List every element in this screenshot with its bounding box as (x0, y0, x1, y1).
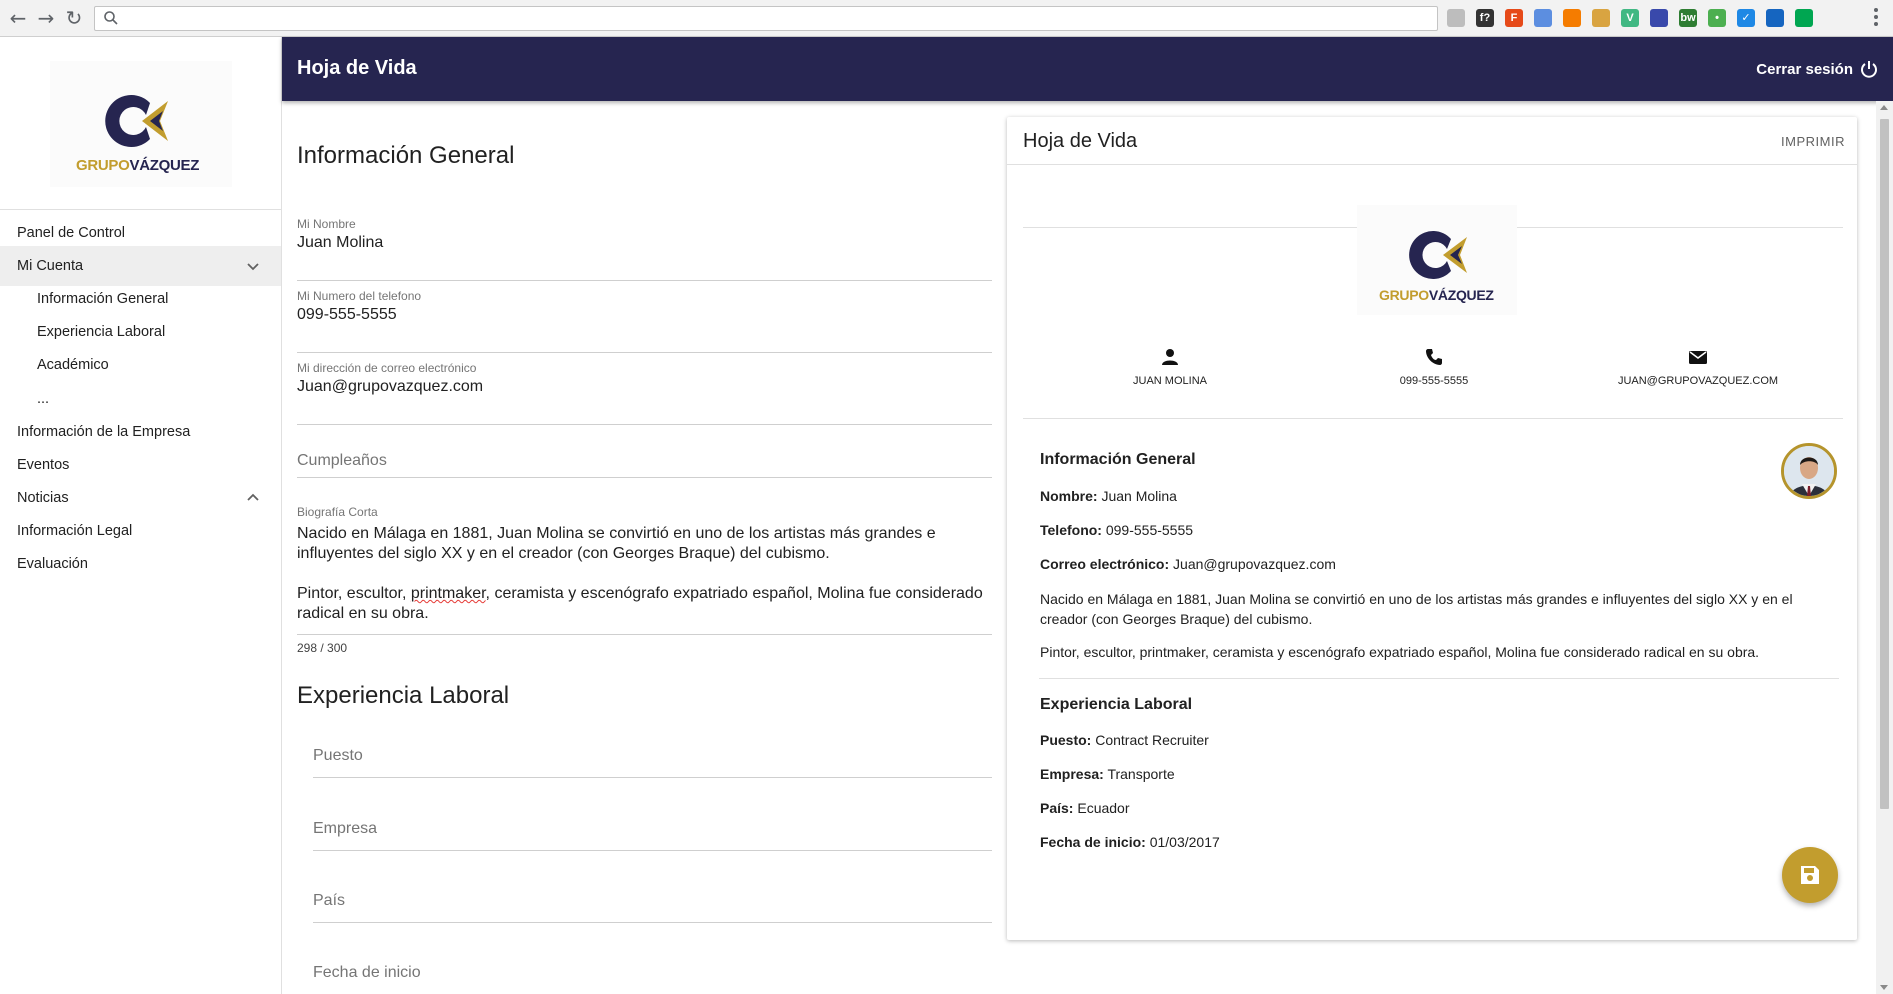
position-field[interactable]: Puesto (313, 738, 992, 778)
contact-name: JUAN MOLINA (1070, 347, 1270, 389)
arrow-back-icon[interactable]: ← (8, 8, 28, 28)
cv-section-divider (1039, 678, 1839, 679)
start-date-placeholder: Fecha de inicio (313, 964, 421, 981)
email-field-label: Mi dirección de correo electrónico (297, 361, 477, 375)
cv-general-heading: Información General (1040, 451, 1196, 468)
logo-line-left (1023, 227, 1359, 228)
bio-textarea[interactable]: Nacido en Málaga en 1881, Juan Molina se… (297, 524, 992, 644)
sidebar: GRUPOVÁZQUEZ Panel de Control Mi Cuenta … (0, 37, 282, 994)
bio-underline (297, 634, 992, 635)
cv-company-row: Empresa: Transporte (1040, 766, 1175, 782)
sidebar-item-evaluacion[interactable]: Evaluación (0, 544, 281, 584)
git-icon[interactable] (1592, 9, 1610, 27)
birthday-placeholder: Cumpleaños (297, 452, 387, 469)
bio-label: Biografía Corta (297, 505, 378, 519)
email-icon (1689, 351, 1707, 364)
char-counter: 298 / 300 (297, 641, 348, 655)
spelling-error[interactable]: printmaker (411, 585, 486, 602)
bio-paragraph-2: Pintor, escultor, printmaker, ceramista … (297, 585, 983, 622)
phone-field-label: Mi Numero del telefono (297, 289, 422, 303)
flow-icon[interactable]: F (1505, 9, 1523, 27)
pdf-icon[interactable] (1447, 9, 1465, 27)
scroll-up-arrow[interactable] (1880, 105, 1888, 110)
app-header: Hoja de Vida Cerrar sesión (282, 37, 1893, 101)
experience-title: Experiencia Laboral (297, 682, 510, 709)
sidebar-divider (0, 209, 281, 210)
card-header: Hoja de Vida IMPRIMIR (1007, 117, 1857, 165)
scroll-thumb[interactable] (1880, 119, 1889, 809)
bw-icon[interactable]: bw (1679, 9, 1697, 27)
green-icon[interactable] (1795, 9, 1813, 27)
check-icon[interactable]: ✓ (1737, 9, 1755, 27)
phone-field[interactable]: Mi Numero del telefono 099-555-5555 (297, 289, 992, 353)
cv-bio-paragraph-1: Nacido en Málaga en 1881, Juan Molina se… (1040, 591, 1793, 627)
bio-paragraph-1: Nacido en Málaga en 1881, Juan Molina se… (297, 525, 936, 562)
scroll-down-arrow[interactable] (1880, 985, 1888, 990)
name-field[interactable]: Mi Nombre Juan Molina (297, 217, 992, 281)
page-title: Hoja de Vida (297, 57, 417, 79)
print-button[interactable]: IMPRIMIR (1781, 134, 1845, 149)
save-icon (1801, 866, 1819, 884)
save-button[interactable] (1782, 847, 1838, 903)
f-icon[interactable]: f? (1476, 9, 1494, 27)
extension-icons: f? F Vbw • ✓ (1447, 9, 1813, 29)
address-bar[interactable] (94, 6, 1438, 31)
country-placeholder: País (313, 892, 346, 909)
card-title: Hoja de Vida (1023, 130, 1138, 152)
book-icon[interactable] (1650, 9, 1668, 27)
contact-phone: 099-555-5555 (1334, 347, 1534, 389)
phone-icon (1426, 349, 1442, 365)
browser-menu-icon[interactable] (1873, 8, 1879, 28)
dot-icon[interactable]: • (1708, 9, 1726, 27)
logo-text-navy: VÁZQUEZ (129, 157, 200, 174)
cv-logo-text-gold: GRUPO (1379, 287, 1429, 303)
start-date-field[interactable]: Fecha de inicio (313, 955, 992, 994)
cv-phone-row: Telefono: 099-555-5555 (1040, 522, 1194, 538)
name-field-value[interactable]: Juan Molina (297, 234, 383, 252)
name-field-label: Mi Nombre (297, 217, 356, 231)
cv-logo: GRUPOVÁZQUEZ (1357, 205, 1517, 315)
cv-name-row: Nombre: Juan Molina (1040, 488, 1177, 504)
general-info-title: Información General (297, 142, 515, 169)
cv-experience-heading: Experiencia Laboral (1040, 696, 1193, 713)
cv-position-row: Puesto: Contract Recruiter (1040, 732, 1209, 748)
chevron-up-icon (247, 493, 259, 501)
reload-icon[interactable]: ↻ (64, 8, 84, 28)
logout-button[interactable]: Cerrar sesión (1756, 61, 1853, 78)
cv-country-row: País: Ecuador (1040, 800, 1130, 816)
contact-email: JUAN@GRUPOVAZQUEZ.COM (1598, 347, 1798, 389)
birthday-field[interactable]: Cumpleaños (297, 416, 992, 478)
chevron-down-icon (247, 263, 259, 271)
cv-logo-text-navy: VÁZQUEZ (1428, 287, 1494, 303)
v-icon[interactable]: V (1621, 9, 1639, 27)
cv-preview-card: Hoja de Vida IMPRIMIR GRUPOVÁZQUEZ JUAN … (1007, 117, 1857, 940)
person-icon (1162, 349, 1178, 365)
contact-divider (1023, 418, 1843, 419)
avatar (1781, 443, 1837, 499)
phone-field-value[interactable]: 099-555-5555 (297, 306, 397, 324)
position-placeholder: Puesto (313, 747, 363, 764)
country-field[interactable]: País (313, 883, 992, 923)
company-logo: GRUPOVÁZQUEZ (50, 61, 232, 187)
arrow-forward-icon[interactable]: → (36, 8, 56, 28)
code-icon[interactable] (1534, 9, 1552, 27)
power-icon[interactable] (1859, 59, 1879, 79)
cv-email-row: Correo electrónico: Juan@grupovazquez.co… (1040, 556, 1336, 572)
cv-start-date-row: Fecha de inicio: 01/03/2017 (1040, 834, 1220, 850)
company-field[interactable]: Empresa (313, 811, 992, 851)
email-field-value[interactable]: Juan@grupovazquez.com (297, 378, 483, 396)
cv-bio-paragraph-2: Pintor, escultor, printmaker, ceramista … (1040, 644, 1760, 660)
logo-text-gold: GRUPO (76, 157, 130, 174)
page-scrollbar[interactable] (1876, 101, 1893, 994)
search-icon (104, 11, 118, 25)
logo-line-right (1515, 227, 1843, 228)
company-placeholder: Empresa (313, 820, 378, 837)
browser-toolbar: ← → ↻ f? F Vbw • ✓ (0, 0, 1893, 37)
fox-icon[interactable] (1563, 9, 1581, 27)
shield-icon[interactable] (1766, 9, 1784, 27)
